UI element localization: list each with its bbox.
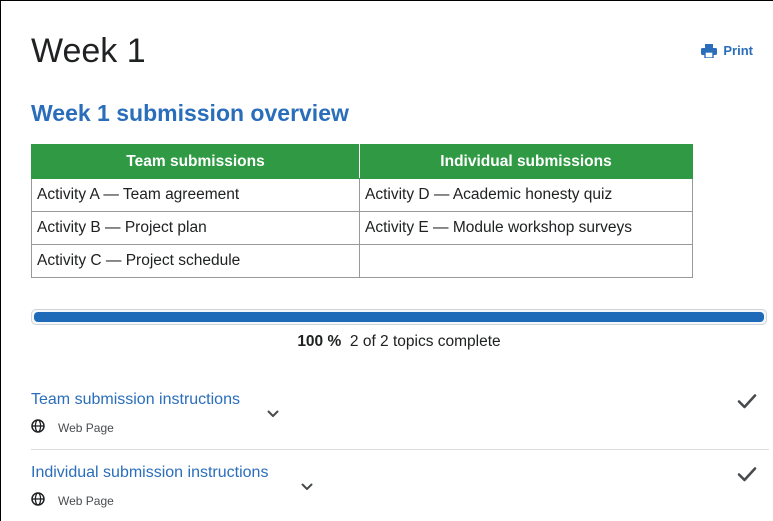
- chevron-down-icon[interactable]: [267, 405, 279, 423]
- table-header-row: Team submissions Individual submissions: [31, 144, 693, 179]
- progress-percent: 100 %: [297, 333, 342, 350]
- column-header-team: Team submissions: [31, 144, 360, 179]
- table-cell: Activity A — Team agreement: [31, 178, 360, 212]
- table-cell: Activity E — Module workshop surveys: [359, 211, 693, 245]
- topic-item: Individual submission instructions Web P…: [31, 464, 767, 521]
- column-header-individual: Individual submissions: [359, 144, 693, 179]
- table-row: Activity C — Project schedule: [31, 244, 693, 278]
- checkmark-icon: [737, 393, 757, 414]
- progress-summary: 100 % 2 of 2 topics complete: [31, 333, 767, 351]
- topic-type-label: Web Page: [58, 420, 114, 435]
- topic-type-label: Web Page: [58, 493, 114, 508]
- topic-type: Web Page: [31, 492, 114, 509]
- submission-overview-table: Team submissions Individual submissions …: [31, 144, 693, 278]
- topic-divider: [31, 449, 769, 450]
- checkmark-icon: [737, 466, 757, 487]
- printer-icon: [701, 43, 718, 58]
- topic-link-individual-instructions[interactable]: Individual submission instructions: [31, 464, 268, 482]
- globe-icon: [31, 492, 45, 509]
- topic-type: Web Page: [31, 419, 114, 436]
- progress-count: 2 of 2 topics complete: [349, 333, 501, 350]
- progress-bar-fill: [34, 312, 764, 322]
- table-cell: Activity C — Project schedule: [31, 244, 360, 278]
- topic-link-team-instructions[interactable]: Team submission instructions: [31, 391, 240, 409]
- globe-icon: [31, 419, 45, 436]
- content-frame: Week 1 Print Week 1 submission overview …: [0, 0, 773, 521]
- print-button[interactable]: Print: [701, 43, 753, 58]
- table-cell: Activity B — Project plan: [31, 211, 360, 245]
- page-title: Week 1: [31, 32, 146, 70]
- table-row: Activity B — Project plan Activity E — M…: [31, 211, 693, 245]
- table-cell: [359, 244, 693, 278]
- topic-item: Team submission instructions Web Page: [31, 391, 767, 451]
- progress-bar: [31, 309, 767, 325]
- print-label: Print: [723, 43, 753, 58]
- table-cell: Activity D — Academic honesty quiz: [359, 178, 693, 212]
- chevron-down-icon[interactable]: [301, 478, 313, 496]
- section-heading: Week 1 submission overview: [31, 100, 349, 126]
- table-row: Activity A — Team agreement Activity D —…: [31, 178, 693, 212]
